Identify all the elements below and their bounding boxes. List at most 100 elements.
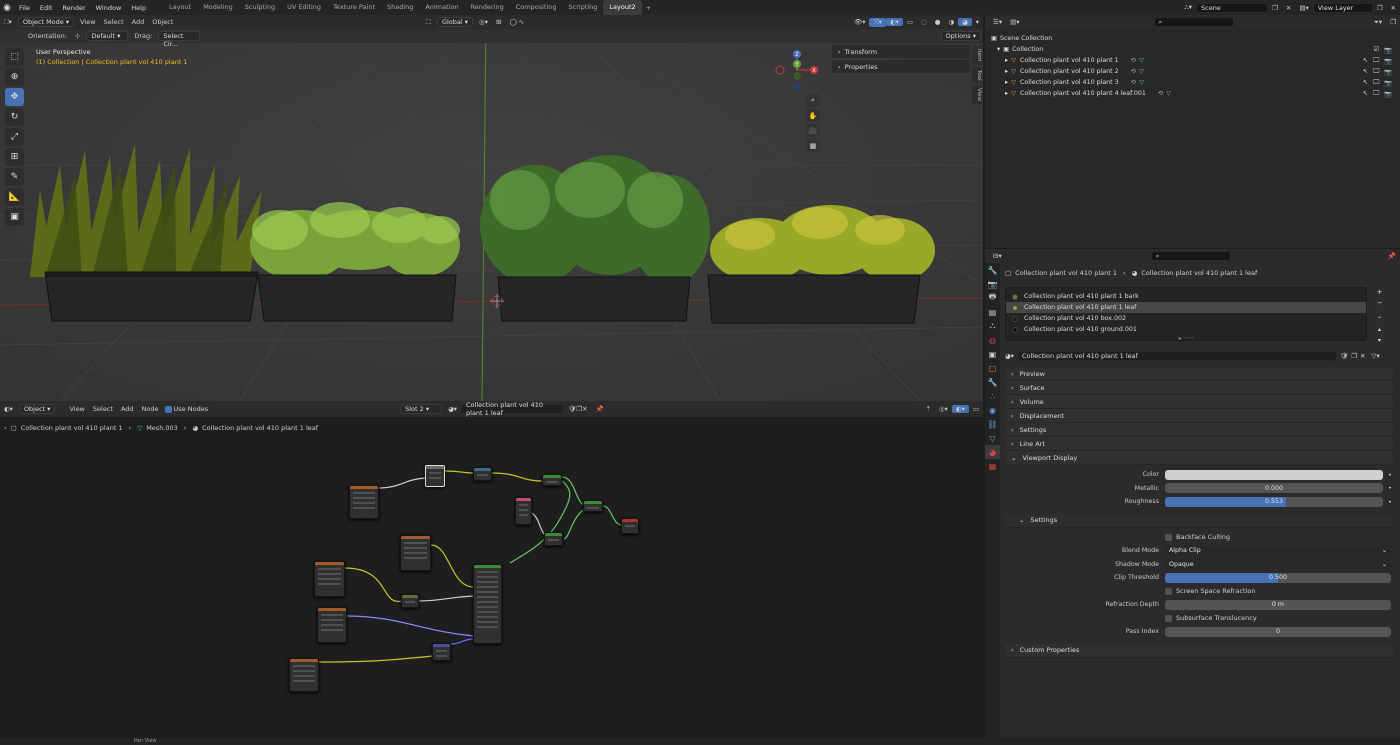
orientation-dropdown[interactable]: Default ▾ <box>86 31 129 41</box>
tab-layout2[interactable]: Layout2 <box>603 0 642 15</box>
sidebar-tab-item[interactable]: Item <box>972 46 982 65</box>
delete-view-layer-icon[interactable]: ✕ <box>1387 4 1400 12</box>
snap-icon[interactable]: ⊞ <box>492 18 505 26</box>
outliner-search-input[interactable]: ⌕ <box>1153 17 1234 27</box>
clip-threshold-slider[interactable]: 0.500 <box>1165 572 1391 583</box>
list-resize-handle[interactable]: ▸ ····· <box>1006 335 1366 342</box>
render-tab-icon[interactable]: 📷 <box>985 277 1000 291</box>
panel-preview[interactable]: › Preview <box>1005 367 1393 381</box>
shader-type-dropdown[interactable]: Object ▾ <box>18 404 56 414</box>
node-color-ramp[interactable] <box>401 594 419 608</box>
output-tab-icon[interactable]: 🖶 <box>985 291 1000 305</box>
panel-custom-properties[interactable]: › Custom Properties <box>1005 643 1393 658</box>
material-slot-item[interactable]: Collection plant vol 410 ground.001 <box>1006 324 1366 335</box>
panel-surface[interactable]: › Surface <box>1005 381 1393 395</box>
subsurface-checkbox[interactable] <box>1165 614 1172 622</box>
scene-collection-row[interactable]: ▣ Scene Collection <box>991 33 1400 44</box>
constraints-tab-icon[interactable]: ⛓ <box>985 417 1000 431</box>
viewport-menu-select[interactable]: Select <box>100 18 128 26</box>
subpanel-settings[interactable]: ⌄ Settings <box>1005 513 1393 528</box>
pin-icon[interactable]: 📌 <box>592 405 608 413</box>
node-mix-shader[interactable] <box>583 500 603 512</box>
add-cube-tool-icon[interactable]: ▣ <box>5 208 24 226</box>
menu-help[interactable]: Help <box>126 4 151 12</box>
filter-icon[interactable]: ⏷▾ <box>1370 18 1386 27</box>
keyframe-dot-icon[interactable]: • <box>1388 498 1392 506</box>
properties-editor-icon[interactable]: ⊟▾ <box>989 252 1006 260</box>
color-swatch[interactable] <box>1165 469 1383 480</box>
material-link-icon[interactable]: ▽▾ <box>1371 352 1379 360</box>
perspective-grid-icon[interactable]: ▦ <box>806 139 820 152</box>
overlay-icon[interactable]: ◐▾ <box>951 405 969 413</box>
add-slot-button[interactable]: + <box>1374 287 1385 297</box>
transform-orientation-dropdown[interactable]: Global ▾ <box>436 17 474 27</box>
material-name-field[interactable]: Collection plant vol 410 plant 1 leaf <box>1016 351 1337 361</box>
navigation-gizmo[interactable]: Z Y X <box>772 46 822 96</box>
render-camera-icon[interactable]: 📷 <box>1384 79 1392 87</box>
expand-arrow-icon[interactable]: ▸ <box>1005 79 1008 86</box>
planter-3[interactable] <box>480 155 710 322</box>
outliner-item[interactable]: ▸ ▽ Collection plant vol 410 plant 3 ⟲ ▽… <box>991 77 1400 88</box>
node-image-texture-4[interactable] <box>317 607 347 643</box>
tab-texture-paint[interactable]: Texture Paint <box>327 0 381 15</box>
scene-tab-icon[interactable]: ⛬ <box>985 319 1000 333</box>
zoom-icon[interactable]: ⌕ <box>806 94 820 107</box>
render-camera-icon[interactable]: 📷 <box>1384 68 1392 76</box>
monitor-icon[interactable]: 🖵 <box>1373 68 1379 76</box>
move-slot-down-button[interactable]: ▾ <box>1374 335 1385 345</box>
outliner-display-mode-icon[interactable]: ▤▾ <box>1006 18 1023 26</box>
node-math-1[interactable] <box>473 467 492 481</box>
node-menu-add[interactable]: Add <box>117 405 138 413</box>
scene-field[interactable]: Scene <box>1196 2 1269 13</box>
view-layer-tab-icon[interactable]: ▤ <box>985 305 1000 319</box>
node-image-texture-3[interactable] <box>314 561 345 597</box>
proportional-edit-icon[interactable]: ◯ ∿ <box>505 18 528 26</box>
node-material-output[interactable] <box>621 518 639 534</box>
outliner-editor-icon[interactable]: ☰▾ <box>989 18 1006 26</box>
monitor-icon[interactable]: 🖵 <box>1373 57 1379 65</box>
camera-icon[interactable]: 🎥 <box>806 124 820 137</box>
tab-uv-editing[interactable]: UV Editing <box>281 0 327 15</box>
snap-icon[interactable]: ◎▾ <box>935 405 952 413</box>
panel-displacement[interactable]: › Displacement <box>1005 409 1393 423</box>
node-menu-view[interactable]: View <box>65 405 88 413</box>
new-view-layer-icon[interactable]: ❐ <box>1373 4 1387 12</box>
properties-search-input[interactable]: ⌕ <box>1150 251 1231 261</box>
viewport-menu-add[interactable]: Add <box>128 18 149 26</box>
keyframe-dot-icon[interactable]: • <box>1388 471 1392 479</box>
outliner-item[interactable]: ▸ ▽ Collection plant vol 410 plant 4 lea… <box>991 88 1400 99</box>
select-icon[interactable]: ↖ <box>1363 57 1368 64</box>
shading-solid-icon[interactable]: ● <box>931 18 945 26</box>
select-icon[interactable]: ↖ <box>1363 68 1368 75</box>
delete-scene-icon[interactable]: ✕ <box>1282 4 1295 12</box>
node-mapping[interactable] <box>425 465 445 487</box>
visibility-icon[interactable]: 👁▾ <box>850 18 870 26</box>
shader-node-editor[interactable] <box>0 401 983 745</box>
browse-material-icon[interactable]: ◕▾ <box>1005 352 1014 360</box>
menu-file[interactable]: File <box>14 4 35 12</box>
planter-2[interactable] <box>250 202 460 322</box>
gizmo-toggle-icon[interactable]: ⤧▾ <box>869 17 886 27</box>
outliner-item[interactable]: ▸ ▽ Collection plant vol 410 plant 1 ⟲ ▽… <box>991 55 1400 66</box>
object-tab-icon[interactable]: ▢ <box>985 361 1000 375</box>
node-menu-node[interactable]: Node <box>138 405 163 413</box>
node-menu-select[interactable]: Select <box>89 405 117 413</box>
panel-transform[interactable]: › Transform <box>832 45 970 58</box>
expand-arrow-icon[interactable]: ▸ <box>1005 68 1008 75</box>
keyframe-dot-icon[interactable]: • <box>1388 484 1392 492</box>
blender-logo-icon[interactable]: ◉ <box>0 0 14 15</box>
data-tab-icon[interactable]: ▽ <box>985 431 1000 445</box>
fake-user-icon[interactable]: 🛡 <box>1340 352 1348 360</box>
shading-rendered-icon[interactable]: ◕ <box>958 18 972 26</box>
scene-icon[interactable]: ⛬▾ <box>1180 3 1196 12</box>
transform-orientation-icon[interactable]: ⛶ <box>422 18 435 27</box>
fake-user-icon[interactable]: 🛡❐✕ <box>564 405 592 413</box>
node-mix-1[interactable] <box>542 474 562 486</box>
shading-options-icon[interactable]: ▾ <box>972 18 983 26</box>
node-editor-type-icon[interactable]: ◐▾ <box>0 405 17 413</box>
view-layer-field[interactable]: View Layer <box>1312 2 1373 13</box>
tab-compositing[interactable]: Compositing <box>510 0 563 15</box>
modifier-tab-icon[interactable]: 🔧 <box>985 375 1000 389</box>
render-camera-icon[interactable]: 📷 <box>1384 90 1392 98</box>
new-collection-icon[interactable]: ❐ <box>1386 18 1400 26</box>
